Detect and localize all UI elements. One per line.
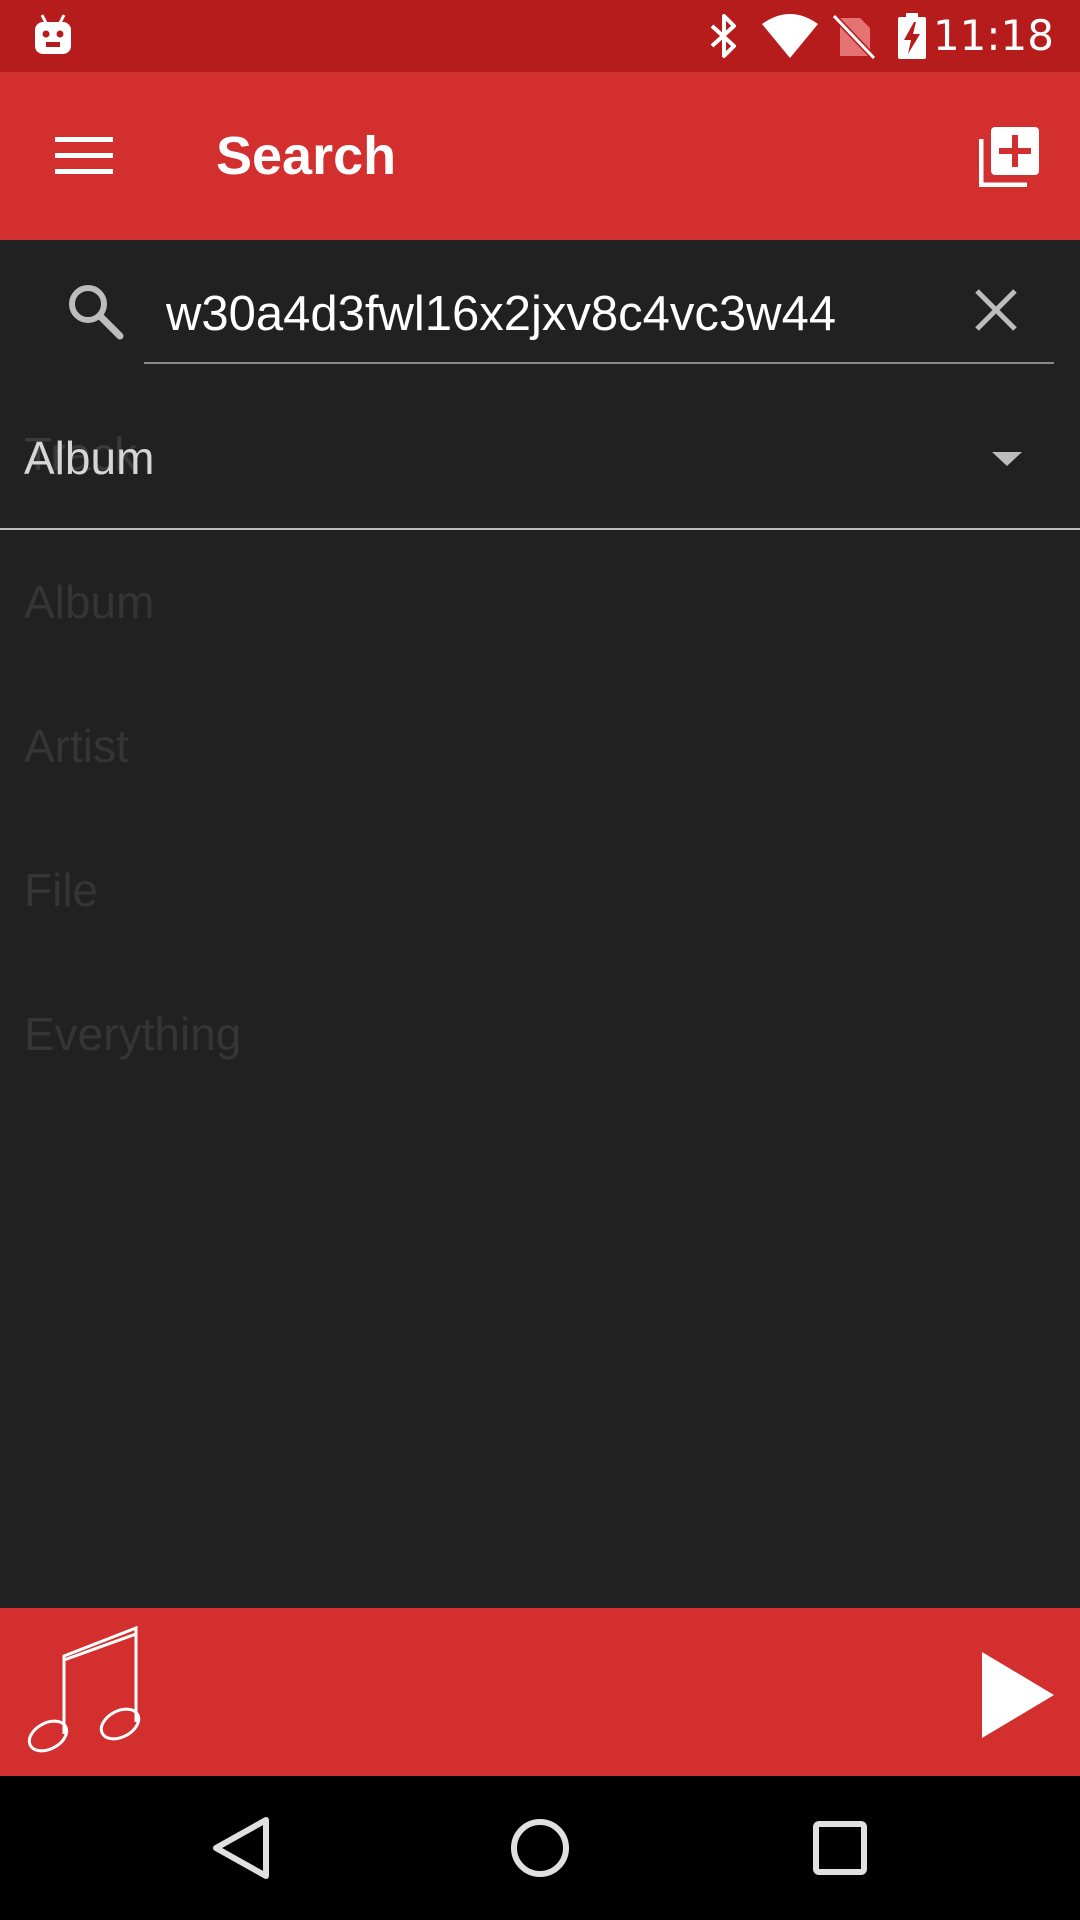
now-playing-bar[interactable] (0, 1608, 1080, 1776)
search-icon (69, 285, 124, 340)
dropdown-option-label: Everything (24, 1008, 242, 1060)
add-to-queue-icon (979, 127, 1039, 187)
dropdown-arrow-icon[interactable] (990, 444, 1024, 474)
status-clock: 11:18 (932, 11, 1054, 60)
dropdown-option-artist[interactable]: Artist (0, 674, 1080, 818)
app-bar: Search (0, 72, 1080, 240)
dropdown-option-label: File (24, 864, 99, 916)
search-row: w30a4d3fwl16x2jxv8c4vc3w44 (0, 240, 1080, 380)
navigation-menu-button[interactable] (40, 116, 128, 196)
no-sim-icon (832, 13, 876, 60)
back-icon[interactable] (204, 1812, 276, 1884)
page-title: Search (216, 126, 397, 186)
music-note-icon (27, 1626, 141, 1753)
dropdown-option-file[interactable]: File (0, 818, 1080, 962)
clear-search-button[interactable] (962, 276, 1030, 344)
search-input[interactable]: w30a4d3fwl16x2jxv8c4vc3w44 (144, 270, 1054, 364)
bluetooth-icon (710, 14, 736, 58)
system-navigation-bar (0, 1776, 1080, 1920)
dropdown-option-album[interactable]: Album (0, 530, 1080, 674)
close-icon (975, 289, 1017, 331)
search-query-text[interactable]: w30a4d3fwl16x2jxv8c4vc3w44 (166, 284, 906, 344)
dropdown-option-label: Album (24, 576, 155, 628)
add-to-queue-button[interactable] (970, 116, 1050, 196)
search-type-spinner[interactable]: Track Album (0, 400, 1080, 530)
wifi-icon (762, 14, 818, 58)
dropdown-option-label: Artist (24, 720, 129, 772)
status-bar: 11:18 (0, 0, 1080, 72)
home-icon[interactable] (504, 1812, 576, 1884)
spinner-selected-label[interactable]: Album (24, 430, 154, 486)
play-icon[interactable] (978, 1650, 1058, 1740)
search-type-dropdown: Album Artist File Everything (0, 530, 1080, 1106)
debug-icon (35, 14, 71, 54)
hamburger-menu-icon (55, 137, 113, 174)
dropdown-option-everything[interactable]: Everything (0, 962, 1080, 1106)
recents-icon[interactable] (804, 1812, 876, 1884)
battery-charging-icon (898, 13, 926, 59)
